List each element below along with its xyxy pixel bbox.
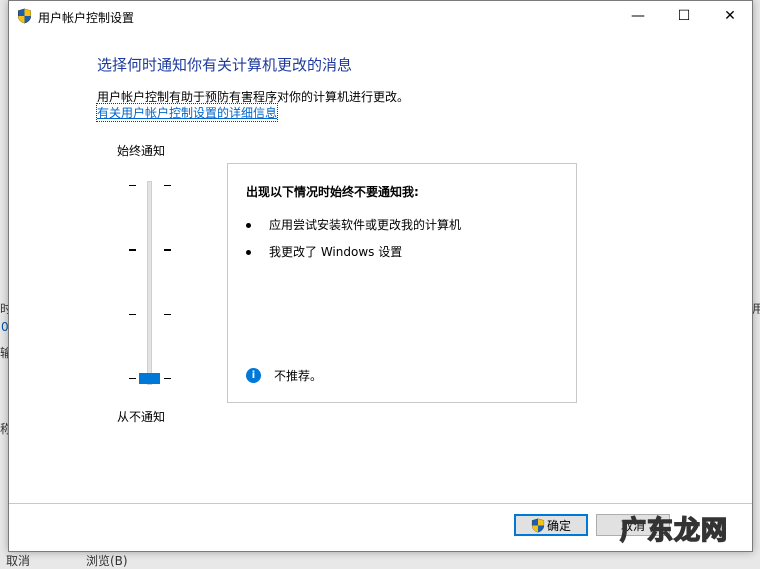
bullet-text: 应用尝试安装软件或更改我的计算机: [269, 218, 462, 232]
uac-shield-icon: [531, 518, 545, 532]
slider-tick: [164, 314, 171, 315]
slider-tick: [164, 185, 171, 186]
ok-button[interactable]: 确定: [514, 514, 588, 536]
slider-top-label: 始终通知: [117, 144, 166, 158]
info-text: 不推荐。: [274, 369, 323, 383]
title-bar[interactable]: 用户帐户控制设置 — ☐ ✕: [9, 1, 752, 31]
window-title: 用户帐户控制设置: [38, 11, 135, 25]
panel-title: 出现以下情况时始终不要通知我:: [246, 185, 419, 199]
slider-bottom-label: 从不通知: [117, 410, 166, 424]
uac-details-link[interactable]: 有关用户帐户控制设置的详细信息: [95, 103, 279, 122]
uac-shield-icon: [18, 8, 31, 24]
description: 用户帐户控制有助于预防有害程序对你的计算机进行更改。: [97, 90, 410, 104]
info-note: i 不推荐。: [246, 367, 322, 384]
slider-track[interactable]: [147, 181, 152, 385]
minimize-button[interactable]: —: [615, 1, 661, 31]
uac-settings-window: 用户帐户控制设置 — ☐ ✕ 选择何时通知你有关计算机更改的消息 用户帐户控制有…: [8, 0, 753, 552]
slider-tick: [164, 378, 171, 379]
background-browse: 浏览(B): [86, 554, 128, 568]
maximize-button[interactable]: ☐: [661, 1, 707, 31]
bullet-item: 我更改了 Windows 设置: [246, 243, 402, 260]
slider-tick: [129, 314, 136, 315]
slider-tick: [164, 249, 171, 251]
bullet-icon: [246, 223, 251, 228]
bullet-text: 我更改了 Windows 设置: [269, 245, 403, 259]
ok-label: 确定: [546, 518, 571, 533]
slider-tick: [129, 249, 136, 251]
bullet-item: 应用尝试安装软件或更改我的计算机: [246, 216, 461, 233]
watermark: 广东龙网: [619, 515, 729, 547]
level-description-panel: 出现以下情况时始终不要通知我: 应用尝试安装软件或更改我的计算机 我更改了 Wi…: [227, 163, 577, 403]
slider-tick: [129, 378, 136, 379]
background-fragment: 用: [752, 302, 760, 316]
footer-divider: [9, 503, 752, 504]
bullet-icon: [246, 250, 251, 255]
info-icon: i: [246, 368, 261, 383]
background-cancel: 取消: [6, 554, 31, 568]
close-button[interactable]: ✕: [707, 1, 753, 31]
slider-thumb[interactable]: [139, 373, 160, 384]
slider-tick: [129, 185, 136, 186]
page-heading: 选择何时通知你有关计算机更改的消息: [97, 56, 353, 74]
